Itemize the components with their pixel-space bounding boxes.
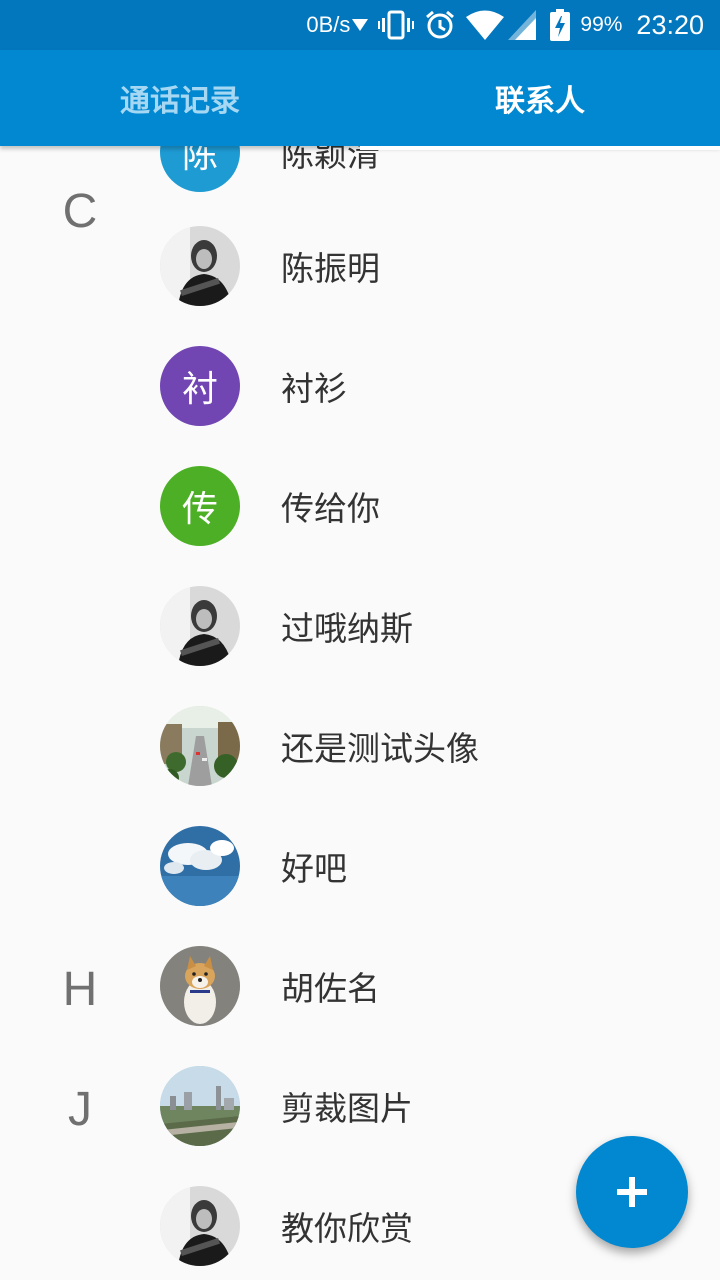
tab-call-log-label: 通话记录 [120, 84, 240, 119]
avatar-letter: 衬 [160, 346, 240, 426]
contact-list[interactable]: 陈 陈颖清 C 陈振明 衬 衬衫 传 传给你 过哦纳斯 还是测试头像 好吧 H … [0, 146, 720, 1280]
avatar-photo [160, 1066, 240, 1146]
contact-name: 好吧 [281, 849, 347, 888]
wifi-icon [466, 10, 505, 40]
contact-name: 陈颖清 [281, 146, 380, 174]
contact-name: 还是测试头像 [281, 729, 479, 768]
contact-name: 剪裁图片 [281, 1089, 413, 1128]
alarm-icon [424, 9, 456, 41]
contact-row[interactable]: 好吧 [0, 806, 720, 926]
section-letter: H [62, 963, 98, 1016]
tab-call-log[interactable]: 通话记录 [0, 50, 360, 146]
contact-name: 传给你 [281, 489, 380, 528]
avatar-photo [160, 826, 240, 906]
avatar-photo [160, 946, 240, 1026]
city-street-photo [160, 706, 240, 786]
contact-row[interactable]: 衬 衬衫 [0, 326, 720, 446]
clock: 23:20 [636, 9, 704, 40]
contact-name: 教你欣赏 [281, 1209, 413, 1248]
avatar-letter-text: 衬 [181, 369, 218, 410]
avatar-letter-text: 传 [181, 489, 218, 530]
contact-row[interactable]: 过哦纳斯 [0, 566, 720, 686]
contact-name: 陈振明 [281, 249, 380, 288]
avatar-photo [160, 1186, 240, 1266]
add-contact-button[interactable] [576, 1136, 688, 1248]
portrait-photo [160, 226, 240, 306]
contact-row[interactable]: H 胡佐名 [0, 926, 720, 1046]
avatar-photo [160, 706, 240, 786]
tab-bar: 通话记录 联系人 [0, 50, 720, 150]
avatar-photo [160, 586, 240, 666]
avatar-letter-text: 陈 [181, 146, 218, 176]
tab-indicator [360, 146, 720, 150]
contact-name: 衬衫 [281, 369, 347, 408]
section-letter: J [68, 1083, 92, 1136]
network-speed: 0B/s [306, 12, 351, 37]
download-arrow-icon [352, 18, 369, 32]
contact-row[interactable]: 传 传给你 [0, 446, 720, 566]
tab-contacts-label: 联系人 [495, 84, 585, 119]
plus-icon [617, 1177, 647, 1207]
contact-name: 胡佐名 [281, 969, 380, 1008]
portrait-photo [160, 586, 240, 666]
vibrate-icon [378, 10, 415, 40]
avatar-letter: 陈 [160, 146, 240, 192]
sky-clouds-photo [160, 826, 240, 906]
battery-percent: 99% [580, 13, 623, 36]
contact-row[interactable]: 还是测试头像 [0, 686, 720, 806]
avatar-letter: 传 [160, 466, 240, 546]
signal-icon [508, 10, 537, 40]
contact-row[interactable]: 陈 陈颖清 [0, 146, 720, 212]
avatar-photo [160, 226, 240, 306]
tab-contacts[interactable]: 联系人 [360, 50, 720, 150]
contact-name: 过哦纳斯 [281, 609, 413, 648]
battery-charging-icon [550, 9, 571, 41]
shiba-dog-photo [160, 946, 240, 1026]
portrait-photo [160, 1186, 240, 1266]
status-bar: 0B/s 99% 23:20 [0, 0, 720, 50]
section-letter: C [62, 185, 98, 238]
contact-row[interactable]: C 陈振明 [0, 185, 720, 326]
city-skyline-photo [160, 1066, 240, 1146]
